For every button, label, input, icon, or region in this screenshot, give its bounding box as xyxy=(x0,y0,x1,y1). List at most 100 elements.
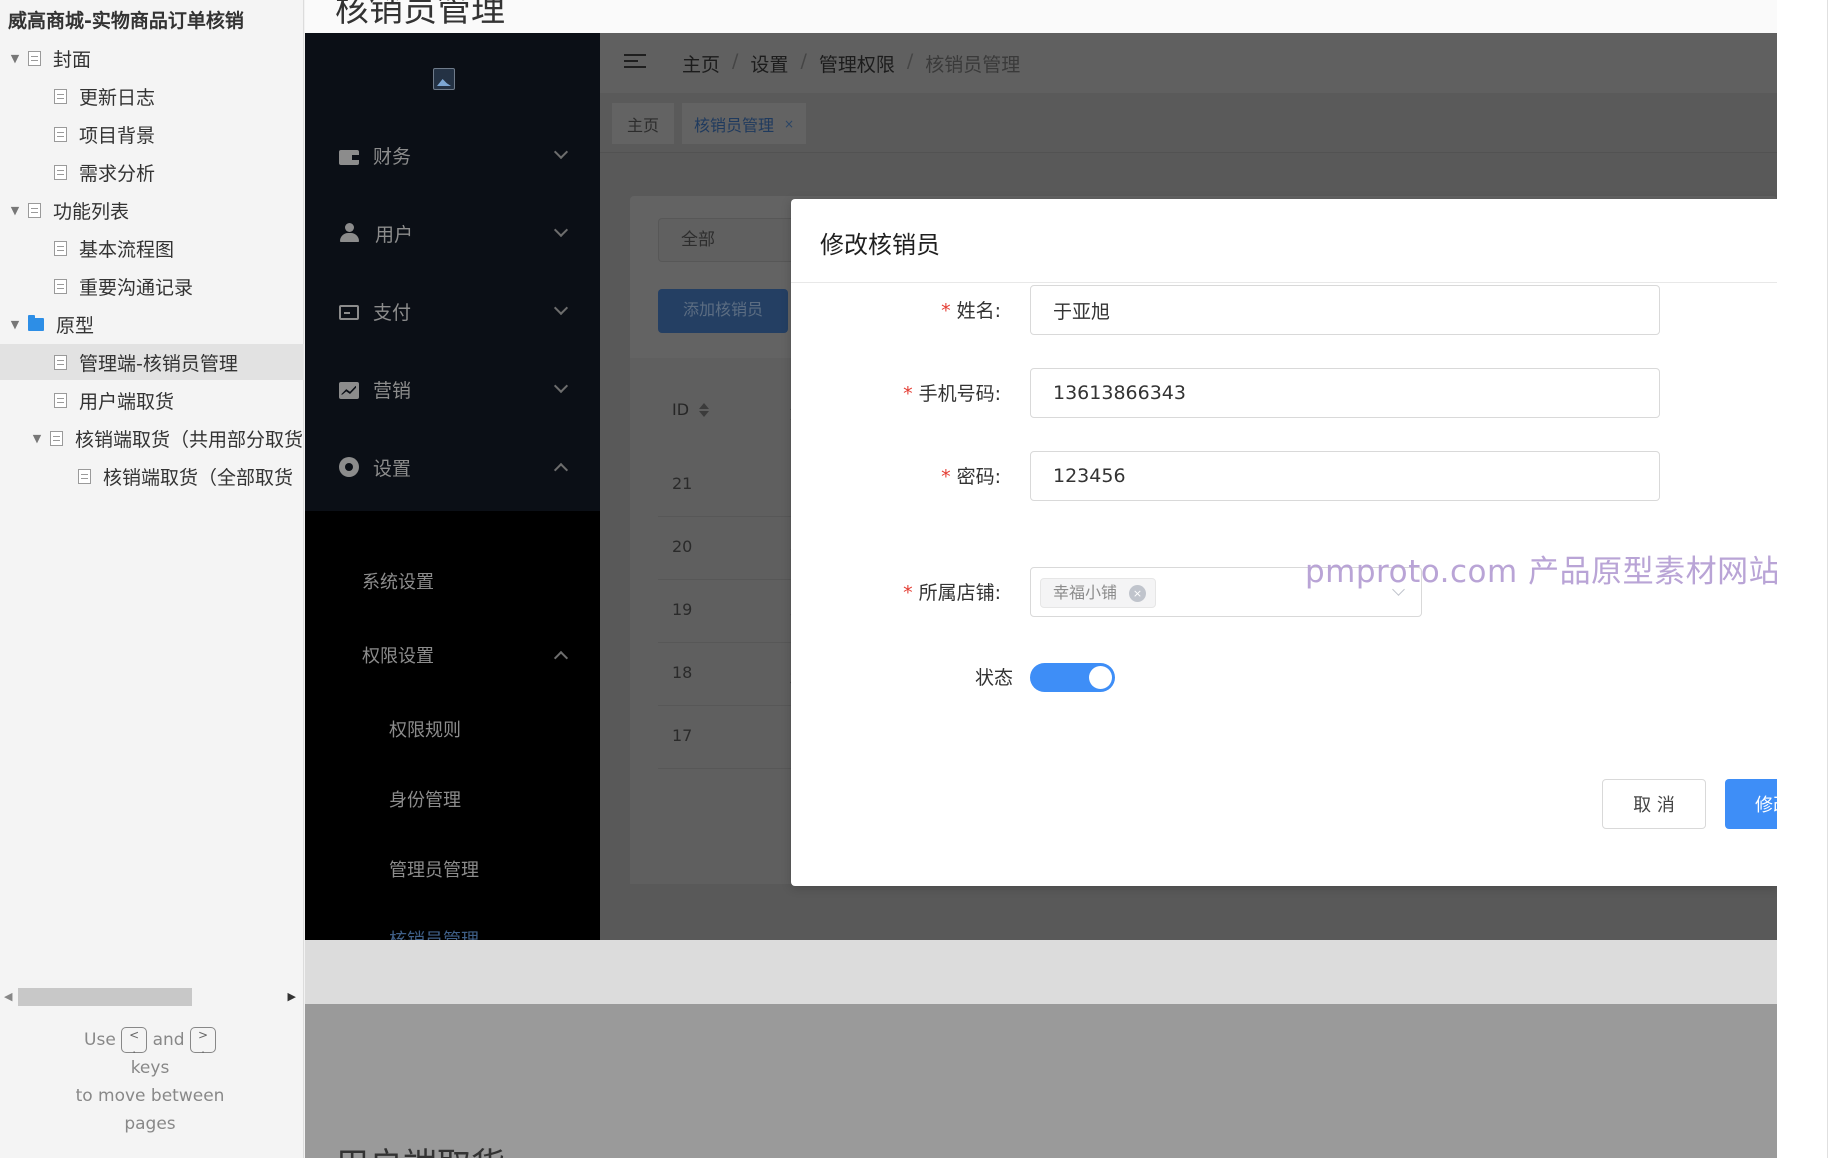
submenu-label: 系统设置 xyxy=(362,572,434,593)
status-toggle[interactable] xyxy=(1030,663,1115,692)
expand-arrow-icon[interactable]: ▼ xyxy=(8,52,22,65)
help-line2: to move between xyxy=(75,1086,225,1106)
breadcrumb-permissions[interactable]: 管理权限 xyxy=(819,50,895,77)
key-next-icon: >. xyxy=(189,1027,216,1056)
tab-label: 主页 xyxy=(626,115,659,135)
canvas-top-strip: 核销员管理 xyxy=(305,0,1777,33)
submenu-label: 权限规则 xyxy=(389,720,461,741)
tree-item-cover[interactable]: ▼ 封面 xyxy=(8,40,91,76)
breadcrumb-settings[interactable]: 设置 xyxy=(750,50,788,77)
breadcrumb-home[interactable]: 主页 xyxy=(682,50,720,77)
cell-id: 17 xyxy=(672,726,693,745)
menu-fold-icon[interactable] xyxy=(624,54,646,72)
required-mark: * xyxy=(941,300,951,322)
confirm-edit-button[interactable]: 修改 xyxy=(1725,779,1777,829)
name-input[interactable] xyxy=(1030,285,1660,335)
required-mark: * xyxy=(903,383,913,405)
submenu-admin-management[interactable]: 管理员管理 xyxy=(305,834,600,904)
tree-item-verifier-full[interactable]: 核销端取货（全部取货 xyxy=(78,458,304,494)
tag-close-icon[interactable]: × xyxy=(1129,585,1147,602)
tree-horizontal-scrollbar[interactable]: ◀ ▶ xyxy=(4,988,296,1006)
tree-item-label: 功能列表 xyxy=(53,200,130,223)
submenu-label: 权限设置 xyxy=(362,646,434,667)
tree-item-communication[interactable]: 重要沟通记录 xyxy=(54,268,193,304)
keyboard-help: Use <. and >. keys to move between pages xyxy=(40,1026,260,1138)
page-icon xyxy=(54,392,67,408)
nav-item-user[interactable]: 用户 xyxy=(305,194,600,272)
page-icon xyxy=(28,202,41,218)
top-header: 主页 / 设置 / 管理权限 / 核销员管理 xyxy=(600,33,1777,93)
page-heading: 核销员管理 xyxy=(335,0,505,30)
tree-item-admin-verifier[interactable]: 管理端-核销员管理 xyxy=(0,344,304,380)
tree-item-background[interactable]: 项目背景 xyxy=(54,116,155,152)
nav-item-marketing[interactable]: 营销 xyxy=(305,350,600,428)
submenu-permission-rules[interactable]: 权限规则 xyxy=(305,694,600,764)
admin-sidebar: 财务 用户 支付 营销 设置 系统设置 权限设置 权限规则 身份管理 管理员管理 xyxy=(305,33,600,940)
password-label-text: 密码: xyxy=(956,466,1001,488)
sort-icon[interactable] xyxy=(699,402,710,417)
required-mark: * xyxy=(903,582,913,604)
tree-item-changelog[interactable]: 更新日志 xyxy=(54,78,155,114)
admin-app-screenshot: 财务 用户 支付 营销 设置 系统设置 权限设置 权限规则 身份管理 管理员管理… xyxy=(305,33,1777,940)
tree-item-label: 基本流程图 xyxy=(79,238,175,261)
column-id-label: ID xyxy=(672,400,690,419)
tree-item-features[interactable]: ▼ 功能列表 xyxy=(8,192,129,228)
scrollbar-thumb[interactable] xyxy=(18,988,192,1006)
page-icon xyxy=(28,50,41,66)
tree-item-flowchart[interactable]: 基本流程图 xyxy=(54,230,174,266)
cell-id: 21 xyxy=(672,474,693,493)
key-prev-icon: <. xyxy=(121,1027,148,1056)
logo-image-icon xyxy=(433,68,455,90)
cancel-button[interactable]: 取 消 xyxy=(1602,779,1706,829)
tree-item-verifier-partial[interactable]: ▼ 核销端取货（共用部分取货 xyxy=(30,420,304,456)
nav-item-payment[interactable]: 支付 xyxy=(305,272,600,350)
nav-label: 用户 xyxy=(375,223,414,246)
expand-arrow-icon[interactable]: ▼ xyxy=(8,204,22,217)
help-use: Use xyxy=(84,1030,116,1050)
submenu-label: 管理员管理 xyxy=(389,860,479,881)
tree-item-label: 用户端取货 xyxy=(79,390,175,413)
axure-preview-window: 威高商城-实物商品订单核销 ▼ 封面 更新日志 项目背景 需求分析 ▼ 功能列表… xyxy=(0,0,1830,1158)
watermark-text: pmproto.com 产品原型素材网站 xyxy=(1305,554,1781,590)
right-margin xyxy=(1777,0,1830,1158)
add-verifier-button[interactable]: 添加核销员 xyxy=(658,289,788,333)
tree-folder-prototype[interactable]: ▼ 原型 xyxy=(8,306,94,342)
page-icon xyxy=(50,430,63,446)
tab-home[interactable]: 主页 xyxy=(612,103,674,144)
close-icon[interactable]: × xyxy=(784,117,794,131)
tree-item-user-pickup[interactable]: 用户端取货 xyxy=(54,382,174,418)
cell-id: 19 xyxy=(672,600,693,619)
scroll-right-icon[interactable]: ▶ xyxy=(288,990,296,1003)
submenu-permission-settings[interactable]: 权限设置 xyxy=(305,620,600,690)
page-icon xyxy=(54,164,67,180)
help-line3: pages xyxy=(124,1114,176,1134)
column-header-id[interactable]: ID xyxy=(672,400,710,419)
phone-label: * 手机号码: xyxy=(791,379,1001,406)
submenu-role-management[interactable]: 身份管理 xyxy=(305,764,600,834)
page-icon xyxy=(54,126,67,142)
nav-item-settings[interactable]: 设置 xyxy=(305,428,600,506)
nav-item-finance[interactable]: 财务 xyxy=(305,116,600,194)
password-input[interactable] xyxy=(1030,451,1660,501)
submenu-label: 核销员管理 xyxy=(389,926,479,940)
submenu-verifier-management[interactable]: 核销员管理 xyxy=(305,904,600,940)
nav-label: 设置 xyxy=(373,457,412,480)
scroll-left-icon[interactable]: ◀ xyxy=(4,990,12,1003)
cell-id: 18 xyxy=(672,663,693,682)
folder-icon xyxy=(28,314,44,331)
tree-item-label: 需求分析 xyxy=(79,162,156,185)
canvas-divider-strip xyxy=(305,940,1777,1004)
submenu-system-settings[interactable]: 系统设置 xyxy=(305,546,600,616)
toggle-knob xyxy=(1089,666,1112,689)
nav-label: 营销 xyxy=(373,379,412,402)
nav-label: 支付 xyxy=(373,301,412,324)
tree-item-requirements[interactable]: 需求分析 xyxy=(54,154,155,190)
tab-verifier-management[interactable]: 核销员管理 × xyxy=(682,103,806,144)
tree-item-label: 原型 xyxy=(56,314,95,337)
status-filter-select[interactable]: 全部 xyxy=(658,218,808,262)
expand-arrow-icon[interactable]: ▼ xyxy=(8,318,22,331)
breadcrumb: 主页 / 设置 / 管理权限 / 核销员管理 xyxy=(682,50,1020,77)
phone-input[interactable] xyxy=(1030,368,1660,418)
expand-arrow-icon[interactable]: ▼ xyxy=(30,432,44,445)
name-label: * 姓名: xyxy=(791,296,1001,323)
